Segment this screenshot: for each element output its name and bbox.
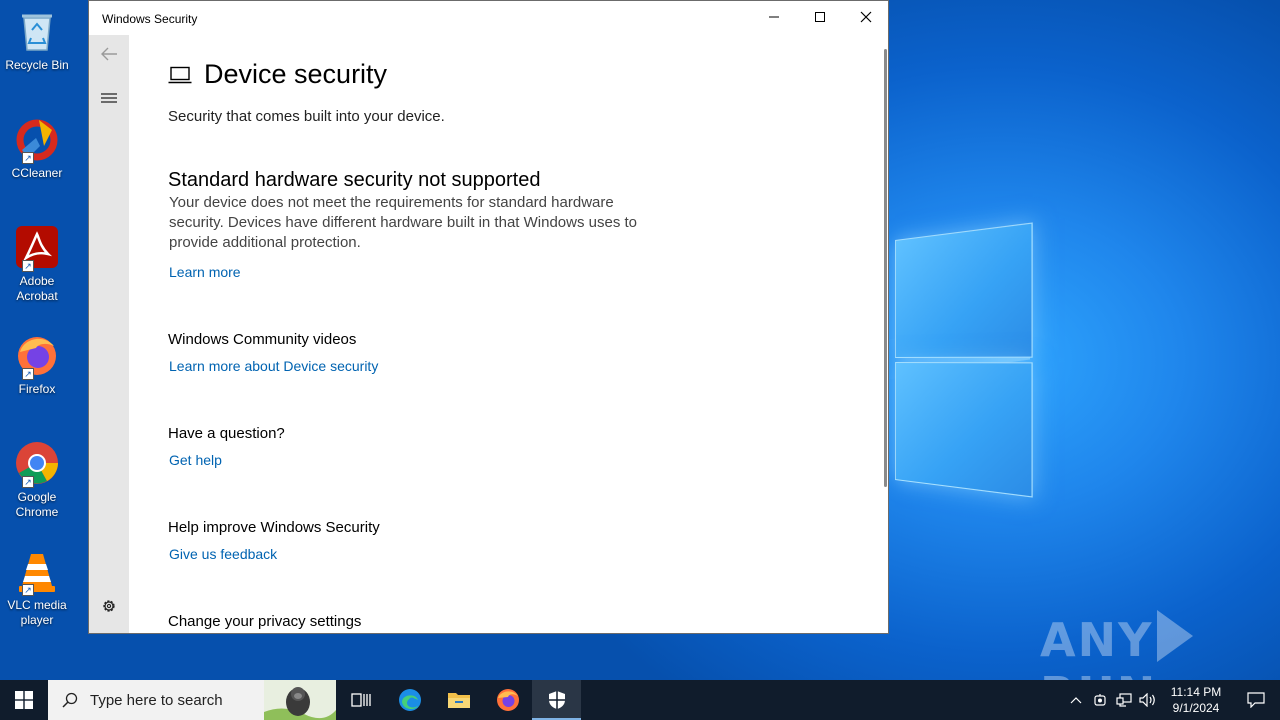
shortcut-arrow-icon: ↗	[22, 368, 34, 380]
desktop-icon-label: VLC media player	[7, 598, 67, 627]
tray-app-icon	[1094, 694, 1106, 706]
title-bar[interactable]: Windows Security	[89, 1, 888, 35]
edge-icon	[398, 689, 421, 711]
system-tray: 11:14 PM 9/1/2024	[1064, 680, 1280, 720]
taskbar-search-box[interactable]: Type here to search	[48, 680, 336, 720]
logo-pane	[895, 222, 1033, 358]
community-videos-heading: Windows Community videos	[168, 331, 357, 348]
laptop-icon	[168, 66, 192, 83]
maximize-icon	[815, 12, 825, 22]
scrollbar[interactable]	[884, 49, 887, 487]
windows-start-icon	[15, 691, 33, 709]
shortcut-arrow-icon: ↗	[22, 260, 34, 272]
shortcut-arrow-icon: ↗	[22, 476, 34, 488]
adobe-acrobat-icon: ↗	[14, 224, 60, 272]
search-highlight-gorilla-icon	[264, 680, 336, 720]
search-placeholder: Type here to search	[90, 691, 223, 709]
page-title: Device security	[168, 59, 387, 90]
action-center-button[interactable]	[1232, 680, 1280, 720]
hamburger-menu-button[interactable]	[99, 88, 119, 108]
desktop-icon-label: Google Chrome	[15, 490, 59, 519]
network-icon	[1116, 693, 1132, 707]
learn-more-device-security-link[interactable]: Learn more about Device security	[169, 358, 378, 374]
close-button[interactable]	[843, 1, 888, 33]
shield-icon	[548, 691, 565, 709]
recycle-bin-icon	[14, 8, 60, 54]
give-feedback-link[interactable]: Give us feedback	[169, 546, 277, 562]
clock-date: 9/1/2024	[1172, 701, 1220, 715]
desktop-icon-label: Adobe Acrobat	[16, 274, 58, 303]
desktop-icon-firefox[interactable]: ↗ Firefox	[4, 332, 70, 397]
get-help-link[interactable]: Get help	[169, 452, 222, 468]
firefox-icon	[496, 689, 519, 711]
tray-app-button[interactable]	[1088, 680, 1112, 720]
desktop-icon-label: Recycle Bin	[5, 58, 69, 72]
shortcut-arrow-icon: ↗	[22, 584, 34, 596]
desktop-icon-recycle-bin[interactable]: Recycle Bin	[4, 8, 70, 73]
task-view-icon	[350, 693, 371, 707]
network-button[interactable]	[1112, 680, 1136, 720]
chevron-up-icon	[1070, 697, 1082, 704]
desktop-icon-vlc[interactable]: ↗ VLC media player	[4, 548, 70, 628]
minimize-icon	[769, 16, 779, 18]
windows-security-window: Windows Security Device security Securit…	[88, 0, 889, 634]
taskbar: Type here to search 11:14 PM 9/1/2024	[0, 680, 1280, 720]
clock-time: 11:14 PM	[1170, 685, 1222, 699]
desktop-icon-label: Firefox	[18, 382, 56, 396]
desktop-icon-google-chrome[interactable]: ↗ Google Chrome	[4, 440, 70, 520]
desktop-icon-ccleaner[interactable]: ↗ CCleaner	[4, 116, 70, 181]
folder-icon	[447, 693, 470, 708]
hardware-security-description: Your device does not meet the requiremen…	[169, 194, 638, 251]
hamburger-icon	[101, 93, 117, 103]
maximize-button[interactable]	[797, 1, 843, 33]
taskbar-edge[interactable]	[385, 680, 434, 720]
speaker-icon	[1139, 693, 1155, 707]
windows-logo-wallpaper	[895, 222, 1033, 498]
search-icon	[62, 692, 78, 708]
hardware-security-heading: Standard hardware security not supported	[168, 169, 541, 191]
main-content: Device security Security that comes buil…	[168, 35, 868, 633]
back-arrow-icon	[101, 47, 117, 61]
show-hidden-icons-button[interactable]	[1064, 680, 1088, 720]
window-title: Windows Security	[102, 12, 198, 26]
shortcut-arrow-icon: ↗	[22, 152, 34, 164]
help-improve-heading: Help improve Windows Security	[168, 519, 380, 536]
desktop-icon-adobe-acrobat[interactable]: ↗ Adobe Acrobat	[4, 224, 70, 304]
start-button[interactable]	[0, 680, 48, 720]
page-subtitle: Security that comes built into your devi…	[168, 108, 445, 125]
volume-button[interactable]	[1136, 680, 1160, 720]
notification-icon	[1247, 692, 1265, 708]
close-icon	[860, 11, 872, 23]
logo-pane	[895, 362, 1033, 498]
chrome-icon: ↗	[14, 440, 60, 488]
minimize-button[interactable]	[751, 1, 797, 33]
gear-icon	[103, 600, 115, 612]
page-title-text: Device security	[204, 59, 388, 89]
anyrun-watermark: ANYRUN	[1040, 610, 1280, 680]
taskbar-file-explorer[interactable]	[434, 680, 483, 720]
taskbar-firefox[interactable]	[483, 680, 532, 720]
settings-button[interactable]	[99, 596, 119, 616]
privacy-settings-heading: Change your privacy settings	[168, 613, 362, 630]
vlc-icon: ↗	[14, 548, 60, 596]
desktop-icon-label: CCleaner	[11, 166, 63, 180]
back-button[interactable]	[99, 44, 119, 64]
have-a-question-heading: Have a question?	[168, 425, 285, 442]
firefox-icon: ↗	[14, 332, 60, 380]
navigation-rail	[89, 35, 129, 633]
learn-more-link[interactable]: Learn more	[169, 264, 241, 280]
taskbar-windows-security[interactable]	[532, 680, 581, 720]
task-view-button[interactable]	[336, 680, 385, 720]
clock[interactable]: 11:14 PM 9/1/2024	[1160, 684, 1232, 716]
play-icon	[1157, 610, 1194, 662]
ccleaner-icon: ↗	[14, 116, 60, 164]
